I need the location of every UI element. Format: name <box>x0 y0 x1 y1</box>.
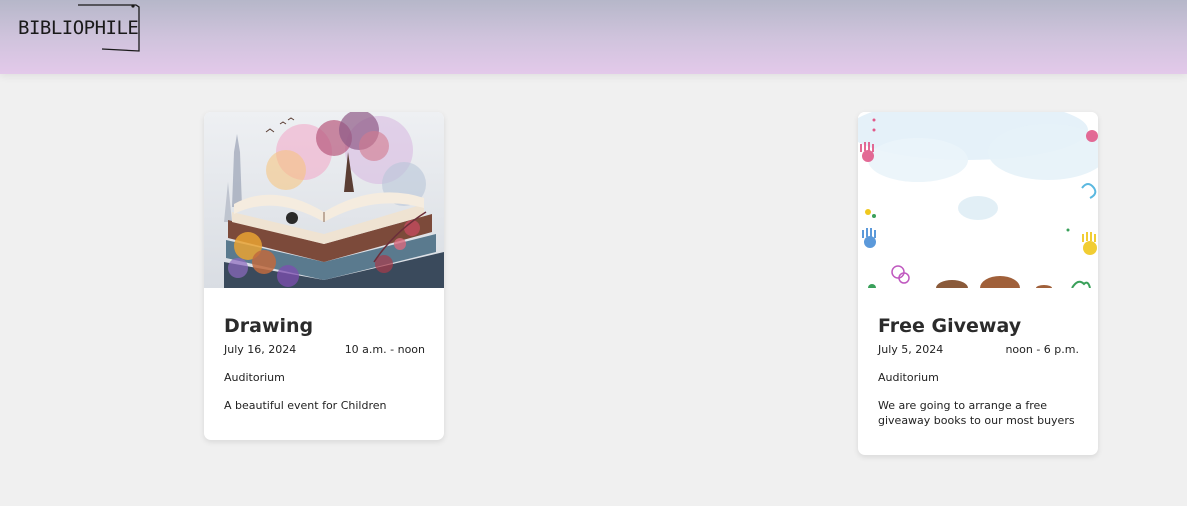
event-description: A beautiful event for Children <box>224 399 387 412</box>
bibliophile-logo[interactable]: BIBLIOPHILE <box>16 3 142 53</box>
event-date: July 5, 2024 <box>878 343 944 356</box>
event-date: July 16, 2024 <box>224 343 297 356</box>
event-time: 10 a.m. - noon <box>344 343 425 356</box>
event-card-drawing[interactable]: Drawing July 16, 2024 10 a.m. - noon Aud… <box>204 112 444 440</box>
event-title: Free Giveway <box>878 315 1022 337</box>
event-description: We are going to arrange a free giveaway … <box>878 399 1075 427</box>
event-venue: Auditorium <box>878 371 939 384</box>
event-image-books <box>204 112 444 288</box>
event-time: noon - 6 p.m. <box>1005 343 1079 356</box>
event-title: Drawing <box>224 315 314 337</box>
site-header: BIBLIOPHILE <box>0 0 1187 74</box>
logo-text: BIBLIOPHILE <box>18 17 139 39</box>
event-card-free-giveway[interactable]: Free Giveway July 5, 2024 noon - 6 p.m. … <box>858 112 1098 455</box>
event-venue: Auditorium <box>224 371 285 384</box>
event-image-handprints <box>858 112 1098 288</box>
